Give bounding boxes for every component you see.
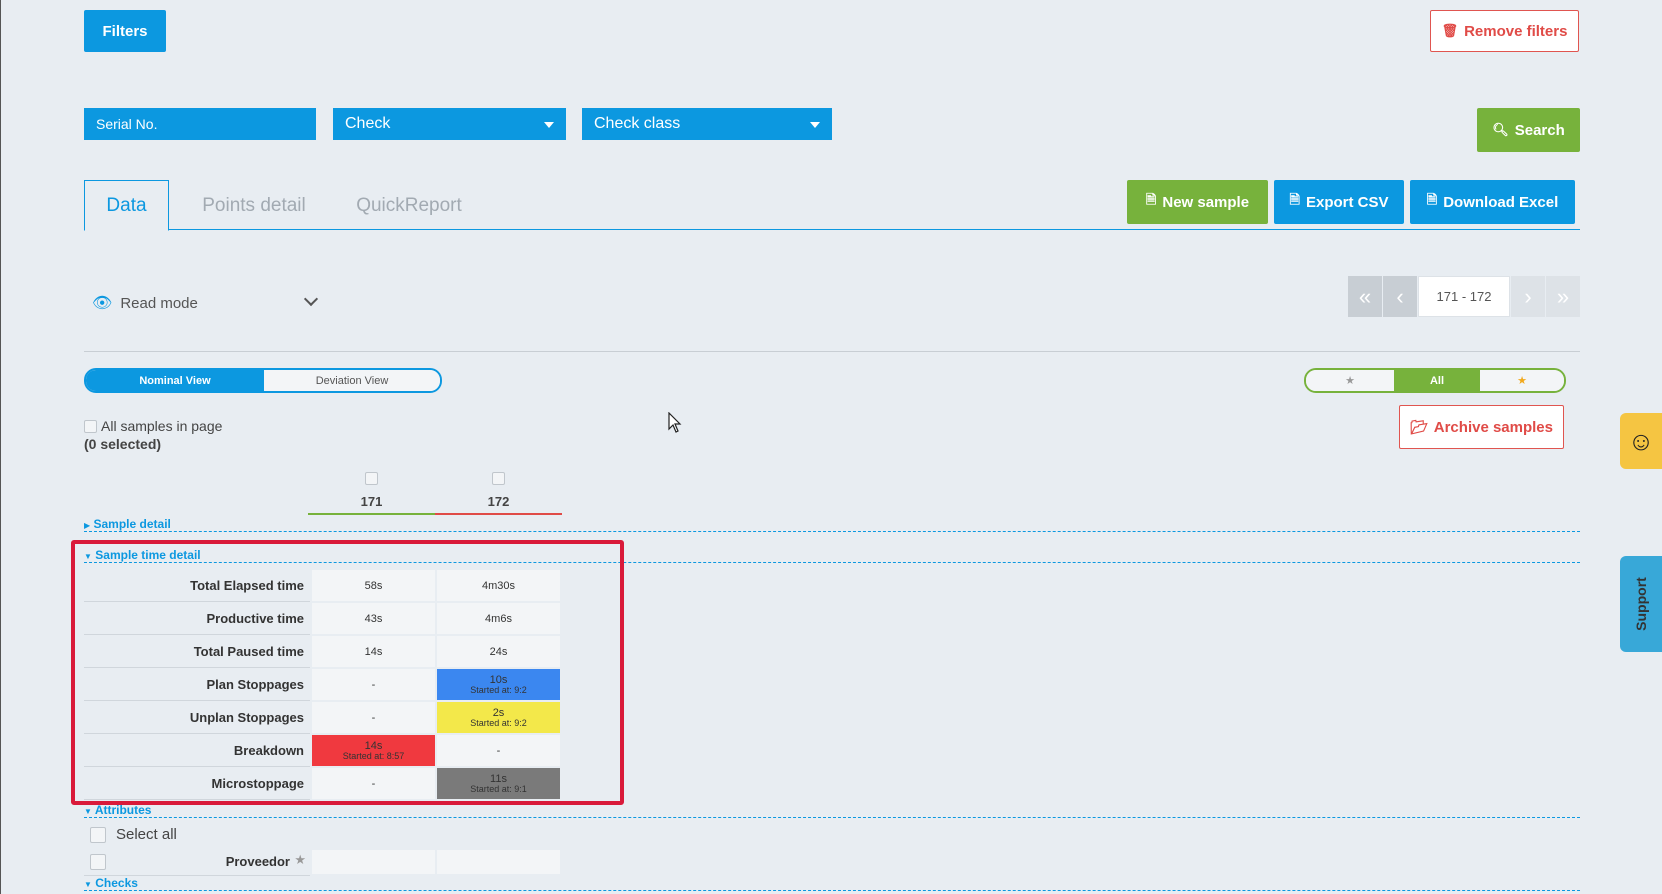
- check-class-select[interactable]: Check class: [582, 108, 832, 140]
- sample-column-171: 171: [308, 472, 435, 515]
- proveedor-row: Proveedor ★: [84, 848, 310, 876]
- section-title: Checks: [95, 876, 138, 890]
- select-all-in-page[interactable]: All samples in page: [84, 418, 222, 434]
- section-sample-detail[interactable]: ▶ Sample detail: [84, 518, 1580, 532]
- select-all-in-page-label: All samples in page: [101, 418, 223, 434]
- search-button[interactable]: 🔍︎ Search: [1477, 108, 1580, 152]
- serial-number-input[interactable]: Serial No.: [84, 108, 316, 140]
- download-excel-button[interactable]: 🗎 Download Excel: [1410, 180, 1575, 224]
- new-sample-button[interactable]: 🗎 New sample: [1127, 180, 1268, 224]
- attributes-select-all[interactable]: Select all: [90, 826, 177, 843]
- check-select[interactable]: Check: [333, 108, 566, 140]
- tab-points-detail[interactable]: Points detail: [179, 180, 329, 231]
- serial-number-placeholder: Serial No.: [96, 116, 158, 132]
- mouse-cursor-icon: [668, 412, 682, 433]
- starred-only-button[interactable]: ★: [1306, 370, 1394, 391]
- window-edge: [0, 0, 1, 894]
- tab-data[interactable]: Data: [84, 180, 169, 231]
- deviation-view-button[interactable]: Deviation View: [264, 370, 440, 391]
- next-page-button[interactable]: ›: [1511, 276, 1545, 317]
- caret-right-icon: ▶: [84, 521, 91, 530]
- document-icon: 🗎: [1289, 192, 1300, 207]
- feedback-button[interactable]: ☺: [1620, 413, 1662, 469]
- caret-down-icon: ▼: [84, 880, 92, 889]
- export-csv-button[interactable]: 🗎 Export CSV: [1274, 180, 1404, 224]
- section-checks[interactable]: ▼ Checks: [84, 877, 1580, 891]
- favorite-filter: ★ All ★: [1304, 368, 1566, 393]
- previous-page-button[interactable]: ‹: [1383, 276, 1417, 317]
- section-title: Sample detail: [93, 517, 171, 531]
- all-filter-button[interactable]: All: [1394, 370, 1480, 391]
- read-mode-dropdown[interactable]: 👁︎ Read mode: [92, 290, 324, 316]
- excel-file-icon: 🗎: [1426, 192, 1438, 207]
- proveedor-cell: [437, 850, 561, 874]
- divider: [84, 351, 1580, 352]
- archive-samples-label: Archive samples: [1433, 418, 1553, 436]
- search-label: Search: [1514, 121, 1565, 139]
- remove-filters-label: Remove filters: [1464, 22, 1568, 40]
- sample-column-172: 172: [435, 472, 562, 515]
- section-attributes[interactable]: ▼ Attributes: [84, 804, 1580, 818]
- last-page-button[interactable]: »: [1546, 276, 1580, 317]
- new-sample-label: New sample: [1162, 193, 1250, 211]
- proveedor-checkbox[interactable]: [90, 854, 106, 870]
- sample-checkbox[interactable]: [492, 472, 505, 485]
- highlight-box: [71, 540, 624, 805]
- nominal-view-button[interactable]: Nominal View: [86, 370, 264, 391]
- chevron-down-icon: [544, 122, 554, 128]
- caret-down-icon: ▼: [84, 807, 92, 816]
- smiley-icon: ☺: [1627, 425, 1655, 456]
- support-label: Support: [1633, 577, 1649, 631]
- star-icon[interactable]: ★: [294, 852, 306, 868]
- read-mode-label: Read mode: [120, 294, 198, 312]
- sample-number: 172: [487, 494, 510, 509]
- folder-open-icon: 📂︎: [1409, 418, 1428, 435]
- select-all-checkbox[interactable]: [90, 826, 106, 843]
- chevron-down-icon: [303, 291, 319, 307]
- select-all-label: Select all: [116, 826, 177, 843]
- select-all-checkbox[interactable]: [84, 419, 97, 433]
- star-icon: ★: [1345, 375, 1355, 387]
- export-csv-label: Export CSV: [1305, 193, 1389, 211]
- sample-number: 171: [360, 494, 383, 509]
- filters-button[interactable]: Filters: [84, 10, 166, 52]
- download-excel-label: Download Excel: [1443, 193, 1559, 211]
- section-title: Attributes: [94, 803, 152, 817]
- first-page-button[interactable]: «: [1348, 276, 1382, 317]
- page-range: 171 - 172: [1418, 276, 1510, 317]
- check-class-select-value: Check class: [594, 115, 681, 132]
- sample-checkbox[interactable]: [365, 472, 378, 485]
- eye-icon: 👁︎: [92, 295, 113, 312]
- remove-filters-button[interactable]: 🗑 Remove filters: [1430, 10, 1579, 52]
- star-icon: ★: [1517, 375, 1527, 387]
- search-icon: 🔍︎: [1492, 122, 1509, 137]
- proveedor-label: Proveedor: [225, 854, 290, 869]
- view-toggle: Nominal View Deviation View: [84, 368, 442, 393]
- document-icon: 🗎: [1145, 192, 1157, 207]
- chevron-down-icon: [810, 122, 820, 128]
- support-button[interactable]: Support: [1620, 556, 1662, 652]
- proveedor-cell: [312, 850, 436, 874]
- trash-icon: 🗑: [1441, 23, 1459, 38]
- check-select-value: Check: [345, 115, 391, 132]
- selected-count: (0 selected): [84, 436, 162, 452]
- tab-quickreport[interactable]: QuickReport: [334, 180, 484, 231]
- archive-samples-button[interactable]: 📂︎ Archive samples: [1399, 405, 1564, 449]
- unstarred-button[interactable]: ★: [1480, 370, 1564, 391]
